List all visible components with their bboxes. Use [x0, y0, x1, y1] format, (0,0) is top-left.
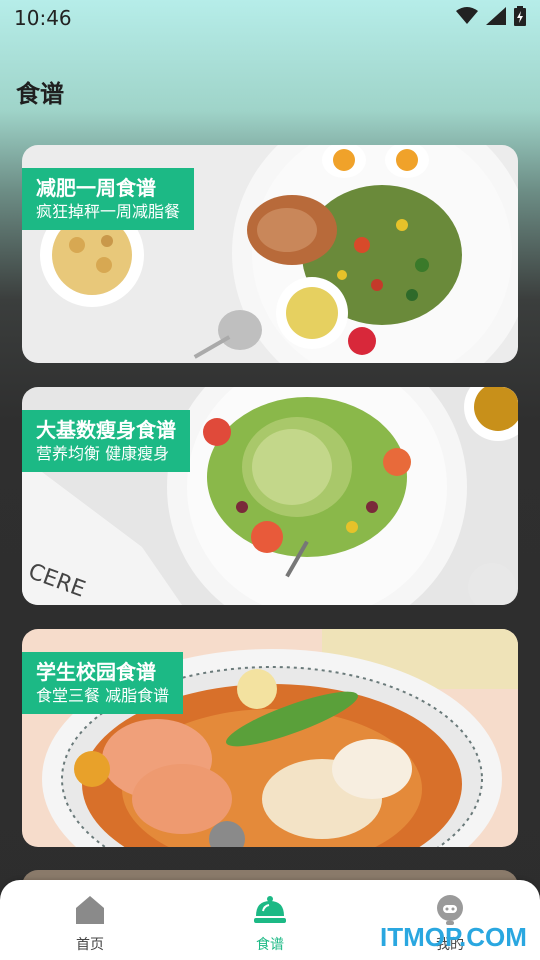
recipe-card-tag: 减肥一周食谱 疯狂掉秤一周减脂餐: [22, 168, 195, 230]
wifi-icon: [456, 7, 478, 24]
status-bar: 10:46: [0, 0, 540, 38]
recipe-card-tag: 学生校园食谱 食堂三餐 减脂食谱: [22, 652, 184, 714]
recipe-card-high-base-slimming[interactable]: CERE 大基数瘦身食谱 营养均衡 健康瘦身: [22, 387, 518, 605]
nav-item-recipes[interactable]: 食谱: [180, 880, 360, 960]
recipe-card-title: 减肥一周食谱: [36, 176, 156, 200]
recipe-card-title: 学生校园食谱: [36, 660, 156, 684]
signal-icon: [486, 7, 506, 25]
recipe-card-subtitle: 营养均衡 健康瘦身: [36, 444, 170, 463]
recipe-card-tag: 大基数瘦身食谱 营养均衡 健康瘦身: [22, 410, 190, 472]
watermark: ITMOP.COM: [380, 922, 527, 952]
page-title: 食谱: [16, 80, 64, 108]
recipe-card-subtitle: 食堂三餐 减脂食谱: [36, 686, 170, 705]
home-icon: [76, 896, 104, 924]
recipe-card-title: 大基数瘦身食谱: [36, 418, 176, 442]
status-icons: [456, 6, 526, 26]
battery-icon: [514, 6, 526, 26]
status-time: 10:46: [14, 6, 72, 30]
nav-item-label: 食谱: [256, 937, 284, 953]
recipe-card-student-campus[interactable]: 学生校园食谱 食堂三餐 减脂食谱: [22, 629, 518, 847]
recipe-card-weekly-diet[interactable]: 减肥一周食谱 疯狂掉秤一周减脂餐: [22, 145, 518, 363]
nav-item-label: 首页: [76, 937, 104, 953]
dish-cloche-icon: [254, 896, 286, 923]
nav-item-home[interactable]: 首页: [0, 880, 180, 960]
recipe-card-subtitle: 疯狂掉秤一周减脂餐: [36, 202, 181, 221]
